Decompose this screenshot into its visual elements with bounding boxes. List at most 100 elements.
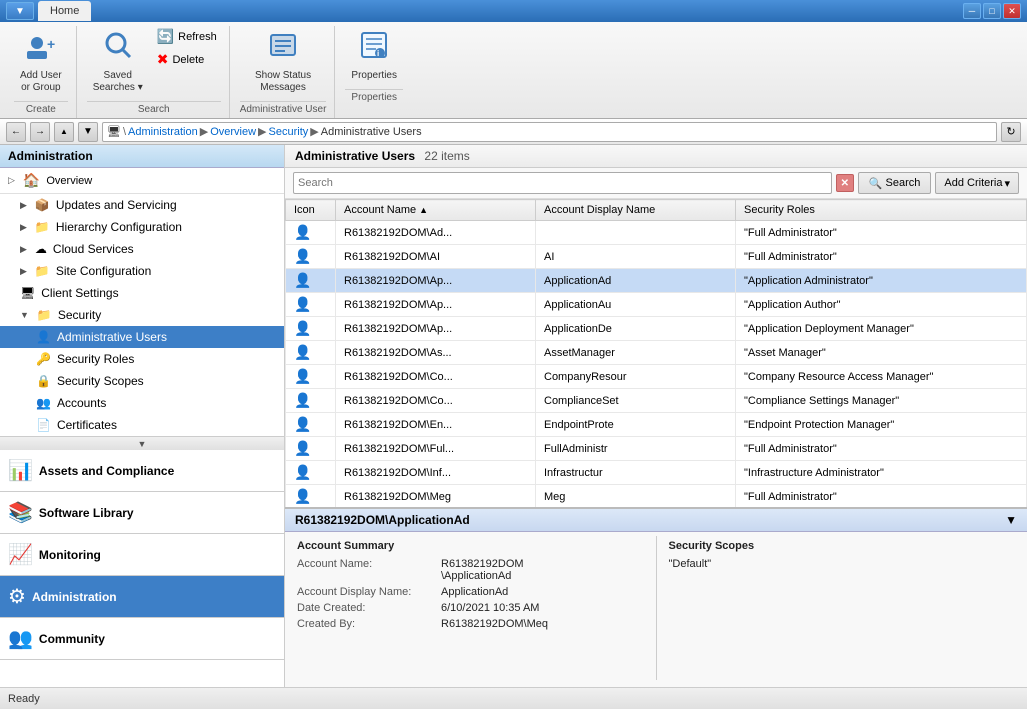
minimize-button[interactable]: ─ — [963, 3, 981, 19]
properties-button[interactable]: i Properties — [345, 26, 403, 85]
cell-account-name: R61382192DOM\Ful... — [336, 437, 536, 461]
ribbon: + Add Useror Group Create — [0, 22, 1027, 119]
maximize-button[interactable]: □ — [983, 3, 1001, 19]
cell-icon: 👤 — [286, 485, 336, 508]
sidebar-scroll-down[interactable]: ▼ — [0, 436, 284, 450]
refresh-nav-button[interactable]: ↻ — [1001, 122, 1021, 142]
security-expand-icon: ▼ — [20, 310, 29, 320]
sidebar-item-cloud[interactable]: ▶ ☁ Cloud Services — [0, 238, 284, 260]
svg-text:+: + — [47, 36, 55, 52]
ribbon-group-properties: i Properties Properties — [337, 26, 411, 106]
sidebar-big-monitoring[interactable]: 📈 Monitoring — [0, 534, 284, 576]
col-display-name[interactable]: Account Display Name — [536, 200, 736, 221]
sidebar-big-community[interactable]: 👥 Community — [0, 618, 284, 660]
search-button-label: Search — [886, 177, 921, 189]
user-icon: 👤 — [294, 464, 311, 480]
sidebar-item-accounts[interactable]: 👥 Accounts — [0, 392, 284, 414]
sidebar-item-security-scopes-label: Security Scopes — [57, 374, 144, 388]
detail-default-scope-value: "Default" — [669, 558, 712, 570]
sidebar-big-software[interactable]: 📚 Software Library — [0, 492, 284, 534]
detail-account-name-row: Account Name: R61382192DOM\ApplicationAd — [297, 558, 644, 582]
nav-dropdown-button[interactable]: ▼ — [78, 122, 98, 142]
sidebar-item-certificates[interactable]: 📄 Certificates — [0, 414, 284, 436]
admin-users-icon: 👤 — [36, 330, 51, 344]
close-button[interactable]: ✕ — [1003, 3, 1021, 19]
sidebar-item-certificates-label: Certificates — [57, 418, 117, 432]
sidebar-item-client-settings[interactable]: 🖥 Client Settings — [0, 282, 284, 304]
col-roles[interactable]: Security Roles — [736, 200, 1027, 221]
sidebar-big-assets-label: Assets and Compliance — [39, 464, 174, 478]
search-button[interactable]: 🔍 Search — [858, 172, 932, 194]
cell-icon: 👤 — [286, 221, 336, 245]
user-icon: 👤 — [294, 320, 311, 336]
detail-expand-icon[interactable]: ▼ — [1005, 513, 1017, 527]
show-status-button[interactable]: Show StatusMessages — [249, 26, 317, 97]
cell-display-name — [536, 221, 736, 245]
table-row[interactable]: 👤 R61382192DOM\Ap... ApplicationAu "Appl… — [286, 293, 1027, 317]
saved-searches-icon — [102, 29, 134, 68]
table-row[interactable]: 👤 R61382192DOM\Inf... Infrastructur "Inf… — [286, 461, 1027, 485]
table-row[interactable]: 👤 R61382192DOM\Meg Meg "Full Administrat… — [286, 485, 1027, 508]
breadcrumb-path: 🖥 \ Administration ▶ Overview ▶ Security… — [102, 122, 997, 142]
search-small-buttons: 🔄 Refresh ✖ Delete — [153, 26, 221, 70]
content-area: Administrative Users 22 items ✕ 🔍 Search… — [285, 145, 1027, 687]
table-row[interactable]: 👤 R61382192DOM\Co... CompanyResour "Comp… — [286, 365, 1027, 389]
home-tab[interactable]: Home — [38, 1, 91, 21]
detail-default-scope-row: "Default" — [669, 558, 1016, 570]
table-row[interactable]: 👤 R61382192DOM\En... EndpointProte "Endp… — [286, 413, 1027, 437]
nav-back-button[interactable]: ← — [6, 122, 26, 142]
app-menu-button[interactable]: ▼ — [6, 2, 34, 20]
cell-icon: 👤 — [286, 269, 336, 293]
user-icon: 👤 — [294, 440, 311, 456]
sidebar-item-overview[interactable]: ▷ 🏠 Overview — [0, 168, 284, 193]
table-row[interactable]: 👤 R61382192DOM\Co... ComplianceSet "Comp… — [286, 389, 1027, 413]
cell-account-name: R61382192DOM\AI — [336, 245, 536, 269]
col-account-name[interactable]: Account Name▲ — [336, 200, 536, 221]
admin-user-buttons: Show StatusMessages — [249, 26, 317, 97]
add-criteria-button[interactable]: Add Criteria ▾ — [935, 172, 1019, 194]
detail-title: R61382192DOM\ApplicationAd — [295, 513, 470, 527]
cell-account-name: R61382192DOM\As... — [336, 341, 536, 365]
delete-button[interactable]: ✖ Delete — [153, 49, 221, 70]
cell-roles: "Application Author" — [736, 293, 1027, 317]
sidebar-big-administration[interactable]: ⚙ Administration — [0, 576, 284, 618]
table-row[interactable]: 👤 R61382192DOM\Ad... "Full Administrator… — [286, 221, 1027, 245]
refresh-button[interactable]: 🔄 Refresh — [153, 26, 221, 47]
content-header: Administrative Users 22 items — [285, 145, 1027, 168]
sidebar-item-updates[interactable]: ▶ 📦 Updates and Servicing — [0, 194, 284, 216]
breadcrumb-item-overview[interactable]: Overview — [210, 126, 256, 138]
properties-label: Properties — [351, 70, 397, 82]
search-input[interactable] — [293, 172, 832, 194]
cell-display-name: EndpointProte — [536, 413, 736, 437]
cell-roles: "Compliance Settings Manager" — [736, 389, 1027, 413]
nav-up-button[interactable]: ▲ — [54, 122, 74, 142]
breadcrumb-item-security[interactable]: Security — [269, 126, 309, 138]
sidebar-big-assets[interactable]: 📊 Assets and Compliance — [0, 450, 284, 492]
sidebar-item-security[interactable]: ▼ 📁 Security — [0, 304, 284, 326]
table-row[interactable]: 👤 R61382192DOM\Ap... ApplicationAd "Appl… — [286, 269, 1027, 293]
sidebar-item-site-config[interactable]: ▶ 📁 Site Configuration — [0, 260, 284, 282]
sidebar-item-security-roles[interactable]: 🔑 Security Roles — [0, 348, 284, 370]
sidebar-item-admin-users[interactable]: 👤 Administrative Users — [0, 326, 284, 348]
cell-icon: 👤 — [286, 317, 336, 341]
table-row[interactable]: 👤 R61382192DOM\As... AssetManager "Asset… — [286, 341, 1027, 365]
nav-forward-button[interactable]: → — [30, 122, 50, 142]
table-row[interactable]: 👤 R61382192DOM\Ful... FullAdministr "Ful… — [286, 437, 1027, 461]
add-user-group-button[interactable]: + Add Useror Group — [14, 26, 68, 97]
table-row[interactable]: 👤 R61382192DOM\AI AI "Full Administrator… — [286, 245, 1027, 269]
cell-roles: "Full Administrator" — [736, 437, 1027, 461]
sidebar-item-security-scopes[interactable]: 🔒 Security Scopes — [0, 370, 284, 392]
saved-searches-button[interactable]: SavedSearches ▾ — [87, 26, 149, 97]
properties-buttons: i Properties — [345, 26, 403, 85]
search-clear-button[interactable]: ✕ — [836, 174, 854, 192]
detail-date-created-label: Date Created: — [297, 602, 437, 614]
sidebar-item-hierarchy[interactable]: ▶ 📁 Hierarchy Configuration — [0, 216, 284, 238]
delete-label: Delete — [172, 54, 204, 66]
breadcrumb-item-administration[interactable]: Administration — [128, 126, 198, 138]
col-icon[interactable]: Icon — [286, 200, 336, 221]
overview-icon: 🏠 — [23, 172, 40, 189]
updates-expand-icon: ▶ — [20, 200, 27, 211]
breadcrumb-icon: 🖥 — [107, 125, 121, 138]
table-row[interactable]: 👤 R61382192DOM\Ap... ApplicationDe "Appl… — [286, 317, 1027, 341]
cell-account-name: R61382192DOM\Meg — [336, 485, 536, 508]
